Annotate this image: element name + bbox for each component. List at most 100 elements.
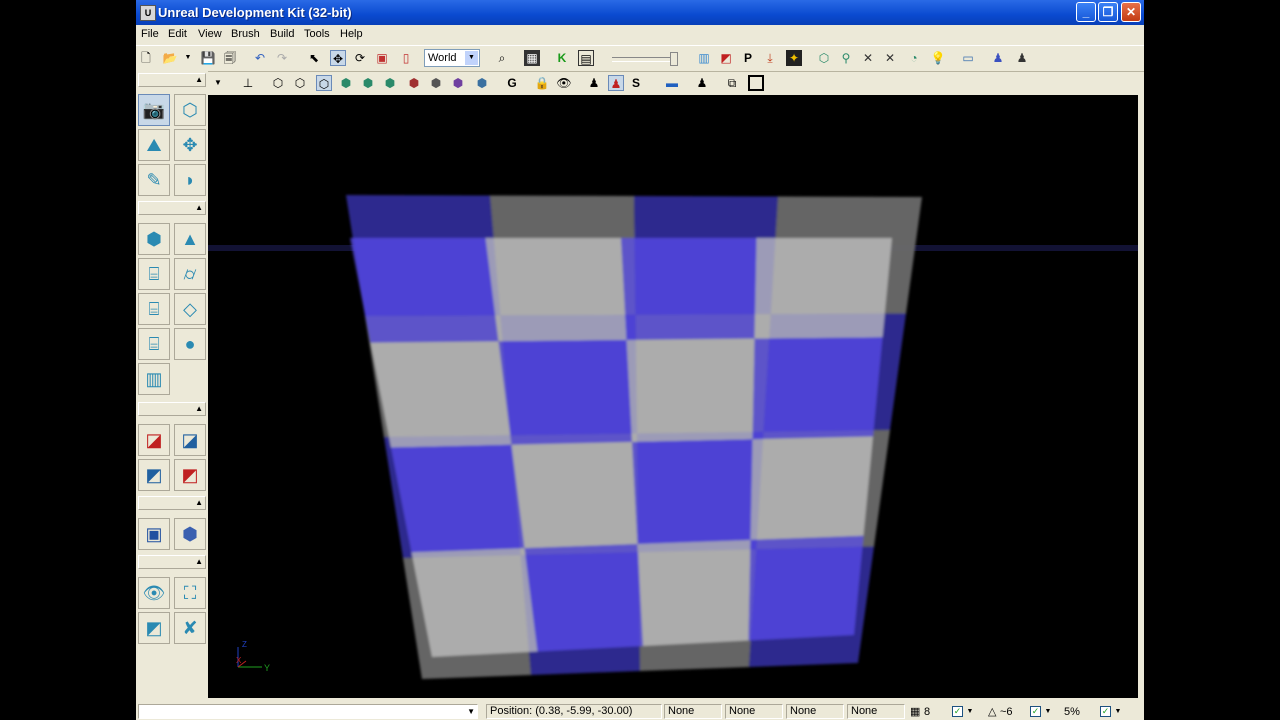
viewport-options-dropdown-icon[interactable]: ▼	[210, 75, 226, 91]
build-all-icon[interactable]: ◔	[906, 50, 922, 66]
perspective-viewport[interactable]: Y Z X	[208, 95, 1138, 698]
scale-snap-checkbox[interactable]: ✓	[1100, 706, 1111, 717]
sheet-brush-button[interactable]: ◇	[174, 293, 206, 325]
mode-section-header[interactable]: ▲	[138, 73, 206, 87]
lock-icon[interactable]: 🔒	[534, 75, 550, 91]
grid-snap-checkbox[interactable]: ✓	[952, 706, 963, 717]
save-all-icon[interactable]: 🗐	[222, 50, 238, 66]
stairs-brush-button[interactable]: ⌸	[138, 258, 170, 290]
scale-snap-value[interactable]: 5%	[1064, 706, 1080, 718]
brush-wireframe-icon[interactable]: ⬡	[292, 75, 308, 91]
scale-tool-icon[interactable]: ▣	[374, 50, 390, 66]
matinee-icon[interactable]: ▤	[578, 50, 594, 66]
play-in-editor-icon[interactable]: ♟	[990, 50, 1006, 66]
unlit-icon[interactable]: ⬡	[316, 75, 332, 91]
eye-icon[interactable]: 👁	[556, 75, 572, 91]
chevron-down-icon[interactable]: ▼	[1044, 706, 1052, 717]
linear-stairs-brush-button[interactable]: ⌸	[138, 293, 170, 325]
collapse-arrow-icon[interactable]: ▲	[195, 75, 203, 84]
add-volume-button[interactable]: ▣	[138, 518, 170, 550]
collapse-arrow-icon[interactable]: ▲	[195, 498, 203, 507]
redo-icon[interactable]: ↷	[274, 50, 290, 66]
csg-intersect-button[interactable]: ◩	[138, 459, 170, 491]
visibility-section-header[interactable]: ▲	[138, 555, 206, 569]
toggle-fullscreen-icon[interactable]	[748, 75, 764, 91]
menu-edit[interactable]: Edit	[168, 28, 187, 40]
build-geometry-icon[interactable]: ⬡	[816, 50, 832, 66]
command-input[interactable]: ▼	[138, 704, 478, 719]
angle-snap-checkbox[interactable]: ✓	[1030, 706, 1041, 717]
brush-section-header[interactable]: ▲	[138, 201, 206, 215]
invert-selection-button[interactable]: ✘	[174, 612, 206, 644]
toolbar-slider[interactable]	[612, 52, 678, 66]
csg-add-button[interactable]: ◪	[138, 424, 170, 456]
menu-file[interactable]: File	[141, 28, 159, 40]
link-ortho-icon[interactable]: ⧉	[724, 75, 740, 91]
chevron-down-icon[interactable]: ▼	[465, 51, 478, 65]
title-bar[interactable]: U Unreal Development Kit (32-bit) _ ❐ ✕	[136, 0, 1144, 25]
terrain-mode-button[interactable]: ⛰	[138, 129, 170, 161]
build-cover-icon[interactable]: ✕	[882, 50, 898, 66]
real-time-icon[interactable]: ♟	[586, 75, 602, 91]
translate-tool-icon[interactable]: ✥	[330, 50, 346, 66]
s-icon[interactable]: S	[628, 75, 644, 91]
kismet-icon[interactable]: ▦	[524, 50, 540, 66]
select-tool-icon[interactable]: ⬉	[306, 50, 322, 66]
play-in-viewport-icon[interactable]: ▭	[960, 50, 976, 66]
geometry-mode-button[interactable]: ⬡	[174, 94, 206, 126]
cone-brush-button[interactable]: ▲	[174, 223, 206, 255]
camera-speed-icon[interactable]: ♟	[694, 75, 710, 91]
angle-snap-value[interactable]: ~6	[1000, 706, 1013, 718]
build-paths-icon[interactable]: ✕	[860, 50, 876, 66]
chevron-down-icon[interactable]: ▼	[966, 706, 974, 717]
build-lighting-icon[interactable]: ⚲	[838, 50, 854, 66]
detail-lighting-icon[interactable]: ⬢	[360, 75, 376, 91]
menu-help[interactable]: Help	[340, 28, 363, 40]
k-icon[interactable]: K	[554, 50, 570, 66]
csg-deintersect-button[interactable]: ◩	[174, 459, 206, 491]
content-browser-icon[interactable]: ▥	[696, 50, 712, 66]
scale-nonuniform-icon[interactable]: ▯	[398, 50, 414, 66]
camera-mode-button[interactable]: 📷	[138, 94, 170, 126]
rotate-tool-icon[interactable]: ⟳	[352, 50, 368, 66]
wireframe-icon[interactable]: ⬡	[270, 75, 286, 91]
chevron-down-icon[interactable]: ▼	[1114, 706, 1122, 717]
collapse-arrow-icon[interactable]: ▲	[195, 203, 203, 212]
light-bulb-icon[interactable]: 💡	[930, 50, 946, 66]
p-icon[interactable]: P	[740, 50, 756, 66]
undo-icon[interactable]: ↶	[252, 50, 268, 66]
chevron-down-icon[interactable]: ▼	[467, 705, 475, 718]
streaming-icon[interactable]: ♟	[608, 75, 624, 91]
hide-selected-button[interactable]: ⛶	[174, 577, 206, 609]
lit-icon[interactable]: ⬢	[338, 75, 354, 91]
maximize-viewport-icon[interactable]: ▬	[664, 75, 680, 91]
collapse-arrow-icon[interactable]: ▲	[195, 404, 203, 413]
texture-mode-button[interactable]: ✎	[138, 164, 170, 196]
collapse-arrow-icon[interactable]: ▲	[195, 557, 203, 566]
terrain-icon[interactable]: ◩	[718, 50, 734, 66]
menu-build[interactable]: Build	[270, 28, 294, 40]
new-file-icon[interactable]: 🗋	[138, 50, 154, 66]
volumetric-brush-button[interactable]: ▥	[138, 363, 170, 395]
spiral-stairs-brush-button[interactable]: ⌸	[138, 328, 170, 360]
show-selected-button[interactable]: 👁	[138, 577, 170, 609]
close-button[interactable]: ✕	[1121, 2, 1141, 22]
texture-density-icon[interactable]: ⬢	[428, 75, 444, 91]
coordinate-system-select[interactable]: World ▼	[424, 49, 480, 67]
move-mode-button[interactable]: ✥	[174, 129, 206, 161]
game-view-icon[interactable]: G	[504, 75, 520, 91]
perspective-icon[interactable]: ⊥	[240, 75, 256, 91]
open-file-icon[interactable]: 📂	[162, 50, 178, 66]
sphere-brush-button[interactable]: ●	[174, 328, 206, 360]
menu-tools[interactable]: Tools	[304, 28, 330, 40]
lightmap-density-icon[interactable]: ⬢	[474, 75, 490, 91]
cube-brush-button[interactable]: ⬢	[138, 223, 170, 255]
lighting-only-icon[interactable]: ⬢	[382, 75, 398, 91]
lighting-icon[interactable]: ✦	[786, 50, 802, 66]
slider-knob[interactable]	[670, 52, 678, 66]
add-mesh-button[interactable]: ⬢	[174, 518, 206, 550]
volume-section-header[interactable]: ▲	[138, 496, 206, 510]
cylinder-brush-button[interactable]: ⌭	[174, 258, 206, 290]
csg-subtract-button[interactable]: ◪	[174, 424, 206, 456]
menu-brush[interactable]: Brush	[231, 28, 260, 40]
